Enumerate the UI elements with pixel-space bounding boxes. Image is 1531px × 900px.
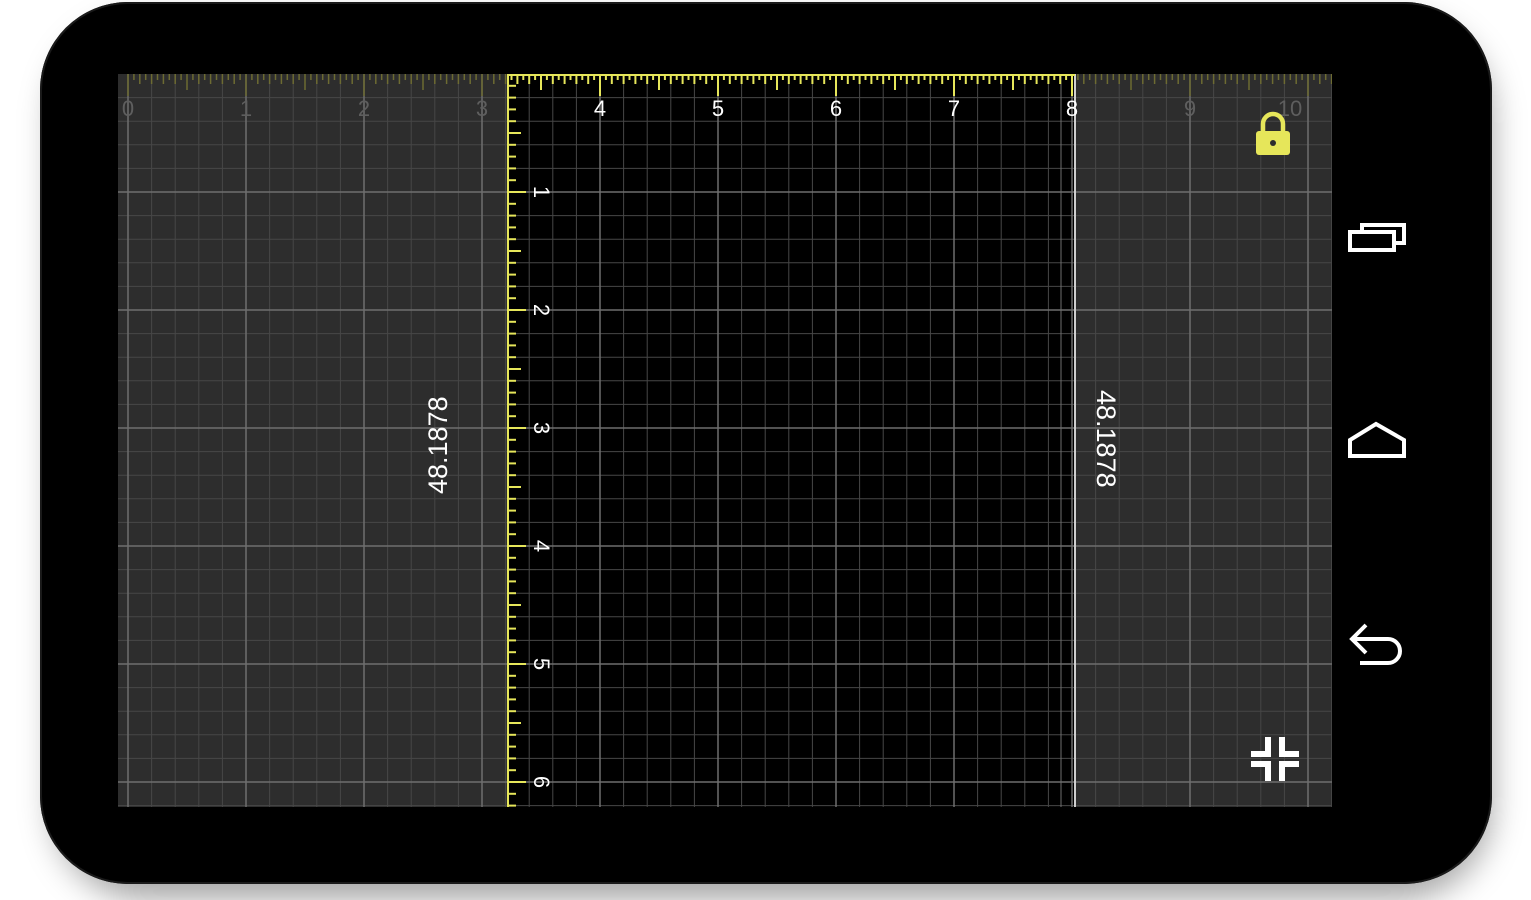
recents-icon — [1348, 223, 1406, 252]
lock-button[interactable] — [1250, 110, 1296, 160]
ruler-label-x: 6 — [830, 96, 842, 121]
home-icon — [1348, 421, 1406, 458]
ruler-label-y: 4 — [529, 540, 554, 552]
ruler-label-y: 2 — [529, 304, 554, 316]
ruler-label-x: 3 — [476, 96, 488, 121]
measure-value-right: 48.1878 — [1091, 390, 1121, 488]
ruler-label-x: 1 — [240, 96, 252, 121]
ruler-label-x: 2 — [358, 96, 370, 121]
home-button[interactable] — [1340, 410, 1416, 470]
ruler-label-y: 3 — [529, 422, 554, 434]
ruler-label-y: 1 — [529, 186, 554, 198]
back-button[interactable] — [1340, 614, 1416, 674]
navigation-bar — [1332, 74, 1442, 807]
ruler-label-y: 5 — [529, 658, 554, 670]
ruler-label-x: 5 — [712, 96, 724, 121]
back-icon — [1349, 623, 1402, 665]
ruler-label-x: 8 — [1066, 96, 1078, 121]
measure-value-left: 48.1878 — [423, 396, 453, 494]
ruler-label-x: 4 — [594, 96, 606, 121]
recents-button[interactable] — [1340, 208, 1416, 268]
lock-icon — [1256, 111, 1290, 155]
ruler-label-x: 0 — [122, 96, 134, 121]
ruler-label-x: 9 — [1184, 96, 1196, 121]
collapse-icon — [1251, 737, 1299, 781]
selection-area — [508, 74, 1075, 807]
ruler-label-y: 6 — [529, 776, 554, 788]
ruler-canvas[interactable]: 0 1 2 3 4 5 6 7 8 9 10123456 — [118, 74, 1332, 807]
ruler-label-x: 7 — [948, 96, 960, 121]
ruler-screen[interactable]: 0 1 2 3 4 5 6 7 8 9 10 1 2 3 4 5 6 48.1878 48.1878 — [118, 74, 1332, 807]
collapse-button[interactable] — [1250, 734, 1300, 784]
